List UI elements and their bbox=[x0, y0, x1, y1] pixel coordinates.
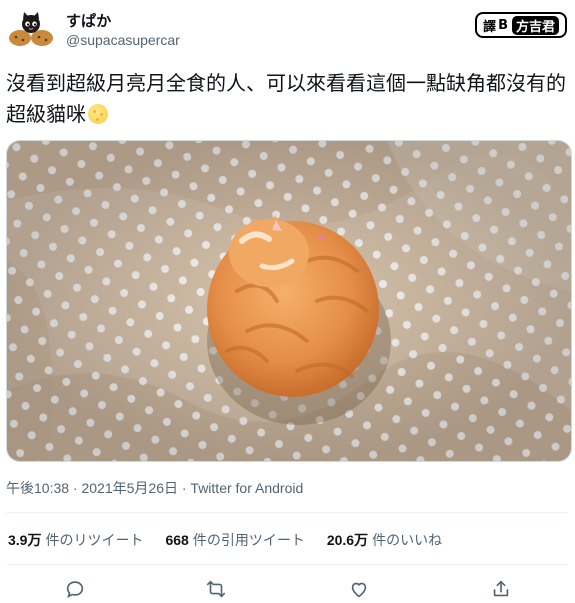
watermark-name: 方吉君 bbox=[511, 15, 559, 35]
retweets-stat[interactable]: 3.9万 件のリツイート bbox=[8, 530, 143, 550]
reply-button[interactable] bbox=[62, 576, 88, 602]
quote-tweets-label: 件の引用ツイート bbox=[192, 532, 305, 548]
retweets-count: 3.9万 bbox=[8, 532, 42, 548]
tweet-photo[interactable] bbox=[6, 140, 572, 462]
divider bbox=[6, 512, 568, 513]
tweet-text: 沒看到超級月亮月全食的人、可以來看看這個一點缺角都沒有的超級貓咪 bbox=[6, 68, 568, 130]
like-icon bbox=[351, 582, 367, 598]
retweets-label: 件のリツイート bbox=[45, 532, 144, 548]
engagement-stats: 3.9万 件のリツイート 668 件の引用ツイート 20.6万 件のいいね bbox=[8, 530, 442, 550]
watermark-separator: B bbox=[498, 17, 508, 33]
quote-tweets-count: 668 bbox=[165, 532, 189, 548]
likes-label: 件のいいね bbox=[372, 532, 443, 548]
action-bar bbox=[0, 576, 575, 602]
share-button[interactable] bbox=[488, 576, 514, 602]
reply-icon bbox=[66, 581, 84, 598]
retweet-icon bbox=[206, 580, 226, 598]
retweet-button[interactable] bbox=[203, 576, 229, 602]
quote-tweets-stat[interactable]: 668 件の引用ツイート bbox=[165, 530, 304, 550]
full-moon-icon bbox=[88, 104, 108, 124]
translator-watermark: 譯 B 方吉君 bbox=[475, 12, 567, 38]
share-icon bbox=[493, 580, 509, 597]
likes-stat[interactable]: 20.6万 件のいいね bbox=[327, 530, 442, 550]
like-button[interactable] bbox=[346, 576, 372, 602]
tweet-timestamp[interactable]: 午後10:38 · 2021年5月26日 · Twitter for Andro… bbox=[6, 478, 303, 498]
divider bbox=[6, 564, 568, 565]
watermark-prefix: 譯 bbox=[483, 19, 497, 35]
user-handle[interactable]: @supacasupercar bbox=[66, 32, 180, 48]
likes-count: 20.6万 bbox=[326, 532, 369, 548]
display-name[interactable]: すぱか bbox=[66, 10, 111, 31]
avatar[interactable] bbox=[6, 10, 56, 48]
